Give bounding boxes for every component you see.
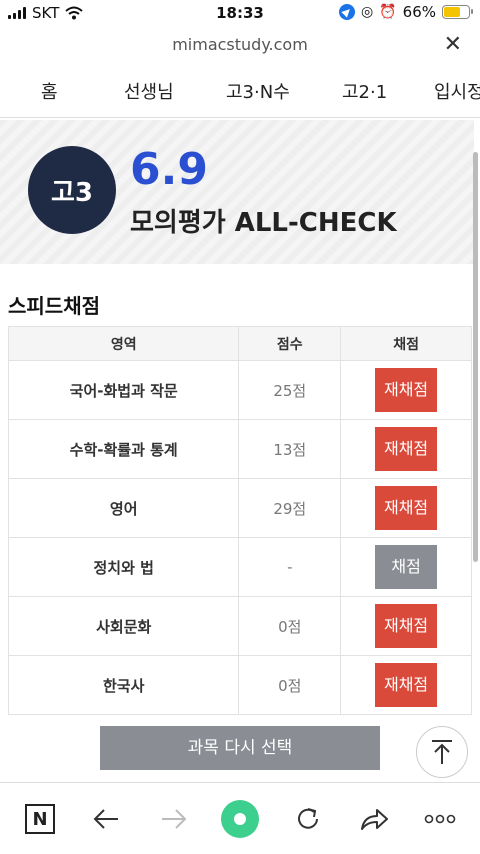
grading-table: 영역 점수 채점 국어-화법과 작문 25점 재채점 수학-확률과 통계 13점… — [7, 326, 472, 715]
close-icon[interactable]: ✕ — [444, 32, 462, 57]
table-row: 수학-확률과 통계 13점 재채점 — [7, 419, 472, 479]
regrade-button[interactable]: 재채점 — [375, 427, 438, 471]
naver-n-icon: N — [25, 804, 55, 834]
nav-tabs: 홈 선생님 고3·N수 고2·1 입시정 — [0, 62, 480, 118]
score-cell: - — [238, 537, 342, 597]
subject-cell: 수학-확률과 통계 — [7, 419, 240, 479]
status-bar: SKT 18:33 ◎ ⏰ 66% — [0, 0, 480, 28]
battery-percent: 66% — [402, 3, 436, 21]
table-row: 국어-화법과 작문 25점 재채점 — [7, 360, 472, 420]
table-header-row: 영역 점수 채점 — [7, 326, 472, 361]
share-button[interactable] — [354, 799, 394, 839]
browser-toolbar: N — [0, 782, 480, 854]
forward-arrow-icon — [162, 809, 187, 829]
subject-cell: 한국사 — [7, 655, 240, 715]
action-cell: 재채점 — [340, 478, 472, 538]
subject-cell: 영어 — [7, 478, 240, 538]
action-cell: 재채점 — [340, 596, 472, 656]
status-right: ◎ ⏰ 66% — [339, 3, 473, 21]
reselect-subjects-button[interactable]: 과목 다시 선택 — [100, 726, 380, 770]
score-cell: 0점 — [238, 596, 342, 656]
more-icon — [424, 814, 456, 824]
action-cell: 채점 — [340, 537, 472, 597]
scrollbar[interactable] — [473, 152, 478, 562]
subject-cell: 국어-화법과 작문 — [7, 360, 240, 420]
forward-button[interactable] — [154, 799, 194, 839]
tab-teachers[interactable]: 선생님 — [124, 78, 174, 104]
score-cell: 0점 — [238, 655, 342, 715]
tab-admissions[interactable]: 입시정 — [434, 78, 480, 104]
action-cell: 재채점 — [340, 655, 472, 715]
action-cell: 재채점 — [340, 419, 472, 479]
header-score: 점수 — [238, 326, 342, 361]
battery-icon — [442, 5, 473, 19]
header-grade: 채점 — [340, 326, 472, 361]
action-cell: 재채점 — [340, 360, 472, 420]
location-icon — [339, 4, 355, 20]
exam-hero: 고3 6.9 모의평가 ALL-CHECK — [0, 120, 474, 264]
refresh-button[interactable] — [288, 799, 328, 839]
score-cell: 25점 — [238, 360, 342, 420]
green-dot-icon — [221, 800, 259, 838]
regrade-button[interactable]: 재채점 — [375, 663, 438, 707]
screen-lock-icon: ◎ — [361, 4, 374, 20]
regrade-button[interactable]: 재채점 — [375, 368, 438, 412]
refresh-icon — [298, 808, 318, 829]
grade-badge: 고3 — [28, 146, 116, 234]
section-title: 스피드채점 — [8, 294, 100, 318]
battery-fill — [444, 7, 460, 17]
subject-cell: 사회문화 — [7, 596, 240, 656]
scroll-to-top-button[interactable] — [416, 726, 468, 778]
naver-home-button[interactable]: N — [20, 799, 60, 839]
regrade-button[interactable]: 재채점 — [375, 486, 438, 530]
grade-button[interactable]: 채점 — [375, 545, 438, 589]
exam-title: 모의평가 ALL-CHECK — [130, 208, 397, 238]
table-row: 사회문화 0점 재채점 — [7, 596, 472, 656]
header-subject: 영역 — [7, 326, 240, 361]
green-dot-button[interactable] — [220, 799, 260, 839]
tab-high2-1[interactable]: 고2·1 — [342, 78, 387, 104]
more-button[interactable] — [420, 799, 460, 839]
subject-cell: 정치와 법 — [7, 537, 240, 597]
arrow-up-icon — [432, 740, 452, 764]
share-arrow-icon — [361, 809, 388, 830]
regrade-button[interactable]: 재채점 — [375, 604, 438, 648]
back-button[interactable] — [86, 799, 126, 839]
tab-home[interactable]: 홈 — [41, 78, 58, 104]
url-bar: mimacstudy.com ✕ — [0, 30, 480, 60]
back-arrow-icon — [93, 809, 118, 829]
exam-date: 6.9 — [130, 144, 208, 195]
tab-high3-nsu[interactable]: 고3·N수 — [226, 78, 290, 104]
url-text[interactable]: mimacstudy.com — [0, 35, 480, 54]
alarm-icon: ⏰ — [379, 4, 397, 20]
score-cell: 29점 — [238, 478, 342, 538]
score-cell: 13점 — [238, 419, 342, 479]
table-row: 한국사 0점 재채점 — [7, 655, 472, 715]
table-row: 정치와 법 - 채점 — [7, 537, 472, 597]
table-row: 영어 29점 재채점 — [7, 478, 472, 538]
